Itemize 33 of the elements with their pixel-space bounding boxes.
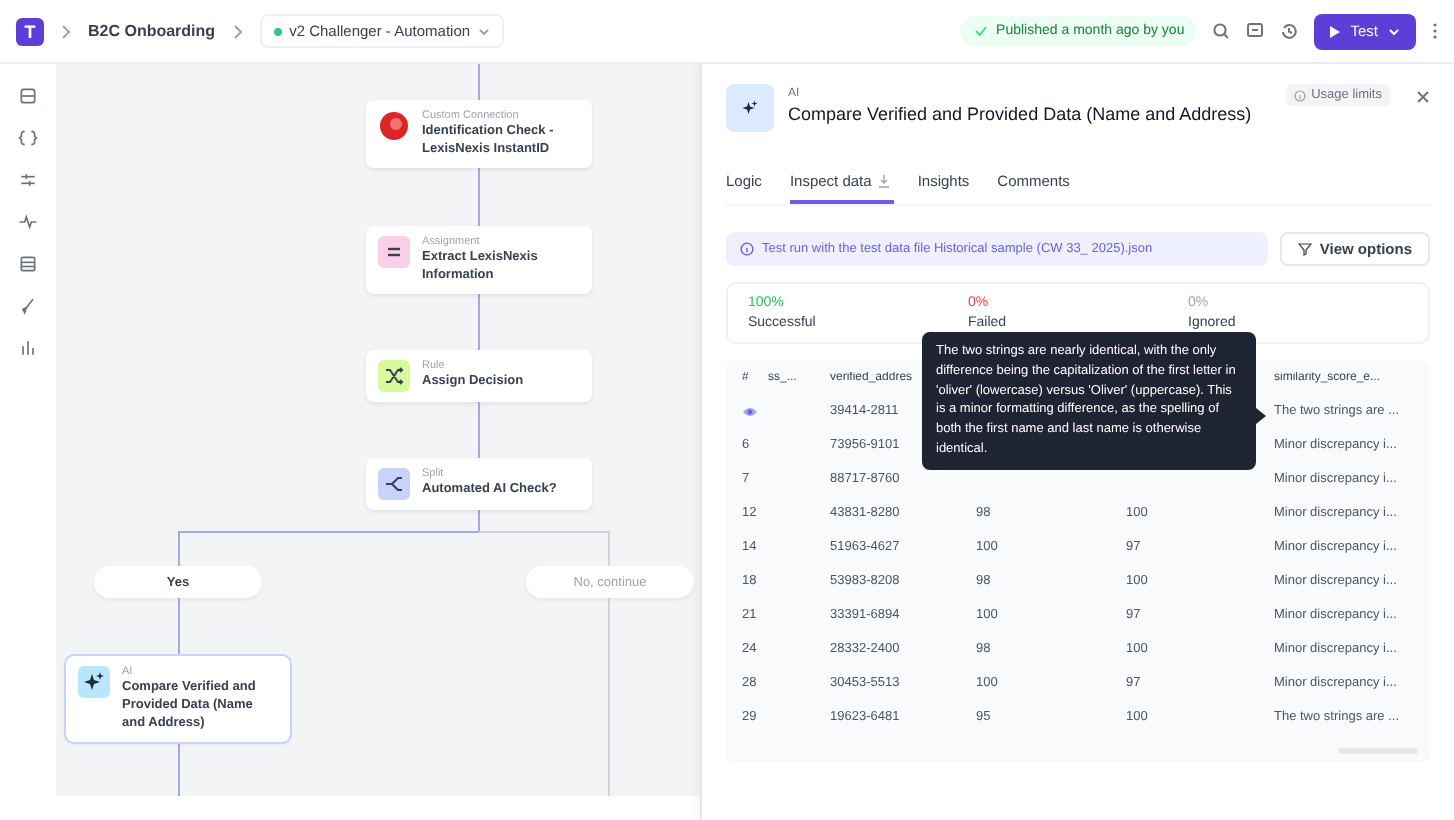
chevron-right-icon xyxy=(60,23,72,39)
equals-icon xyxy=(378,236,410,268)
sparkle-icon xyxy=(78,666,110,698)
filter-icon xyxy=(1297,242,1312,256)
table-icon[interactable] xyxy=(18,254,38,274)
chevron-right-icon xyxy=(231,23,244,39)
close-icon[interactable] xyxy=(1416,90,1430,104)
history-icon[interactable] xyxy=(1280,22,1299,40)
sliders-icon[interactable] xyxy=(18,170,38,190)
app-logo[interactable]: T xyxy=(16,17,44,45)
check-icon xyxy=(972,22,991,40)
tooltip-arrow xyxy=(1256,408,1266,424)
shuffle-icon xyxy=(378,360,410,392)
brush-icon[interactable] xyxy=(18,296,38,316)
caret-icon xyxy=(1388,25,1400,37)
split-icon xyxy=(378,468,410,500)
pulse-icon[interactable] xyxy=(18,212,38,232)
braces-icon[interactable] xyxy=(18,128,38,148)
comment-icon[interactable] xyxy=(1246,22,1265,40)
panel-title: Compare Verified and Provided Data (Name and Address) xyxy=(788,104,1254,124)
play-icon xyxy=(1330,25,1341,37)
sparkle-icon xyxy=(738,96,762,120)
more-icon[interactable] xyxy=(1432,22,1438,40)
eye-icon[interactable] xyxy=(742,405,758,417)
search-icon[interactable] xyxy=(1212,22,1231,40)
caret-icon xyxy=(478,25,491,37)
download-icon xyxy=(877,174,890,188)
connection-logo-icon xyxy=(378,110,410,142)
info-icon xyxy=(740,242,754,256)
database-icon[interactable] xyxy=(18,86,38,106)
breadcrumb[interactable]: B2C Onboarding xyxy=(88,22,216,40)
info-icon xyxy=(1293,89,1306,101)
chart-icon[interactable] xyxy=(18,338,38,358)
